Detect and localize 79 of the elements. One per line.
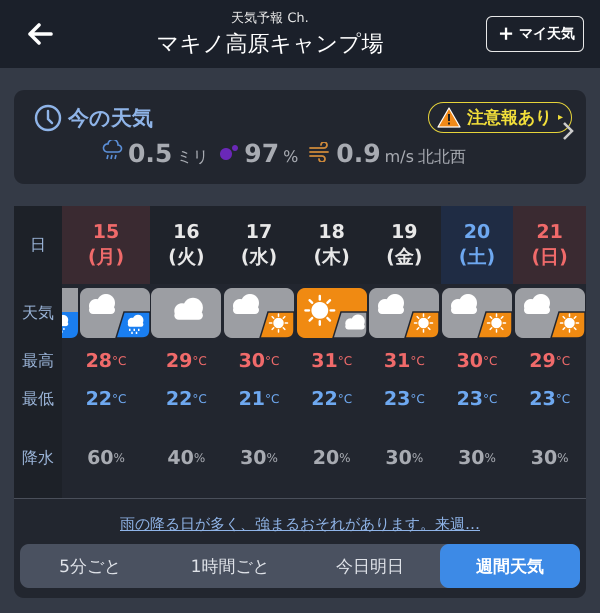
warning-icon bbox=[436, 107, 461, 128]
metric-value: 0.9 bbox=[336, 139, 381, 168]
row-label: 天気 bbox=[14, 284, 62, 342]
temp-unit: °C bbox=[556, 392, 570, 406]
percent-unit: % bbox=[266, 451, 278, 465]
forecast-summary-link[interactable]: 雨の降る日が多く、強まるおそれがあります。来週… bbox=[14, 515, 586, 534]
row-label: 最高 bbox=[14, 342, 62, 380]
percent-unit: % bbox=[412, 451, 424, 465]
caret-icon: ▸ bbox=[558, 112, 563, 123]
temp-unit: °C bbox=[483, 354, 498, 368]
day-header: 15 (月) bbox=[88, 220, 124, 270]
rain-chance: 30 bbox=[240, 447, 267, 469]
high-temp: 31 bbox=[384, 350, 410, 372]
rain-icon bbox=[102, 140, 124, 162]
back-arrow-icon[interactable] bbox=[26, 22, 54, 46]
temp-unit: °C bbox=[483, 392, 498, 406]
day-header: 18 (木) bbox=[313, 220, 350, 270]
droplets-icon bbox=[218, 144, 240, 162]
percent-unit: % bbox=[339, 451, 351, 465]
percent-unit: % bbox=[114, 451, 125, 465]
clock-icon bbox=[34, 104, 62, 132]
add-my-weather-button[interactable]: ＋マイ天気 bbox=[486, 16, 584, 52]
temp-unit: °C bbox=[265, 354, 280, 368]
current-weather-title: 今の天気 bbox=[68, 104, 153, 132]
rain-chance: 60 bbox=[87, 447, 114, 469]
temp-unit: °C bbox=[112, 354, 126, 368]
day-header: 19 (金) bbox=[386, 220, 422, 270]
warning-badge[interactable]: 注意報あり ▸ bbox=[428, 102, 572, 133]
percent-unit: % bbox=[484, 451, 496, 465]
low-temp: 23 bbox=[384, 388, 410, 410]
temp-unit: °C bbox=[265, 392, 280, 406]
low-temp: 23 bbox=[529, 388, 556, 410]
row-label: 日 bbox=[14, 206, 62, 284]
temp-unit: °C bbox=[556, 354, 570, 368]
high-temp: 30 bbox=[456, 350, 484, 372]
view-tab[interactable]: 今日明日 bbox=[300, 544, 440, 588]
current-weather-card[interactable]: 今の天気 注意報あり ▸ 0.5 ミリ 97 % 0.9 m/s 北北西 bbox=[14, 90, 586, 184]
day-header: 20 (土) bbox=[458, 220, 496, 270]
rain-chance: 20 bbox=[312, 447, 340, 469]
temp-unit: °C bbox=[112, 392, 126, 406]
metric-value: 97 bbox=[244, 139, 280, 168]
percent-unit: % bbox=[557, 451, 569, 465]
temp-unit: °C bbox=[410, 392, 425, 406]
location-title: マキノ高原キャンプ場 bbox=[156, 31, 384, 59]
low-temp: 23 bbox=[456, 388, 484, 410]
high-temp: 29 bbox=[529, 350, 556, 372]
view-tab[interactable]: 週間天気 bbox=[440, 544, 580, 588]
view-tab[interactable]: 1時間ごと bbox=[160, 544, 300, 588]
day-header: 21 (日) bbox=[531, 220, 568, 270]
temp-unit: °C bbox=[192, 392, 207, 406]
temp-unit: °C bbox=[192, 354, 207, 368]
view-tab[interactable]: 5分ごと bbox=[20, 544, 160, 588]
row-label: 最低 bbox=[14, 380, 62, 418]
high-temp: 30 bbox=[238, 350, 266, 372]
day-header: 17 (水) bbox=[240, 220, 278, 270]
high-temp: 31 bbox=[311, 350, 338, 372]
low-temp: 22 bbox=[311, 388, 338, 410]
rain-chance: 40 bbox=[167, 447, 194, 469]
metric-unit: m/s bbox=[384, 147, 414, 166]
chevron-right-icon[interactable] bbox=[562, 121, 574, 141]
header-subtitle: 天気予報 Ch. bbox=[231, 10, 309, 27]
low-temp: 22 bbox=[166, 388, 192, 410]
percent-unit: % bbox=[194, 451, 206, 465]
metric-unit: % bbox=[283, 147, 298, 166]
high-temp: 29 bbox=[166, 350, 192, 372]
day-header: 16 (火) bbox=[168, 220, 205, 270]
low-temp: 21 bbox=[238, 388, 266, 410]
high-temp: 28 bbox=[86, 350, 112, 372]
rain-chance: 30 bbox=[530, 447, 558, 469]
rain-chance: 30 bbox=[458, 447, 485, 469]
metric-value: 0.5 bbox=[128, 139, 172, 168]
temp-unit: °C bbox=[410, 354, 425, 368]
low-temp: 22 bbox=[86, 388, 112, 410]
rain-chance: 30 bbox=[385, 447, 412, 469]
temp-unit: °C bbox=[338, 354, 352, 368]
row-label: 降水 bbox=[14, 418, 62, 498]
metric-unit: ミリ bbox=[176, 147, 208, 168]
temp-unit: °C bbox=[338, 392, 352, 406]
wind-direction: 北北西 bbox=[418, 147, 466, 168]
